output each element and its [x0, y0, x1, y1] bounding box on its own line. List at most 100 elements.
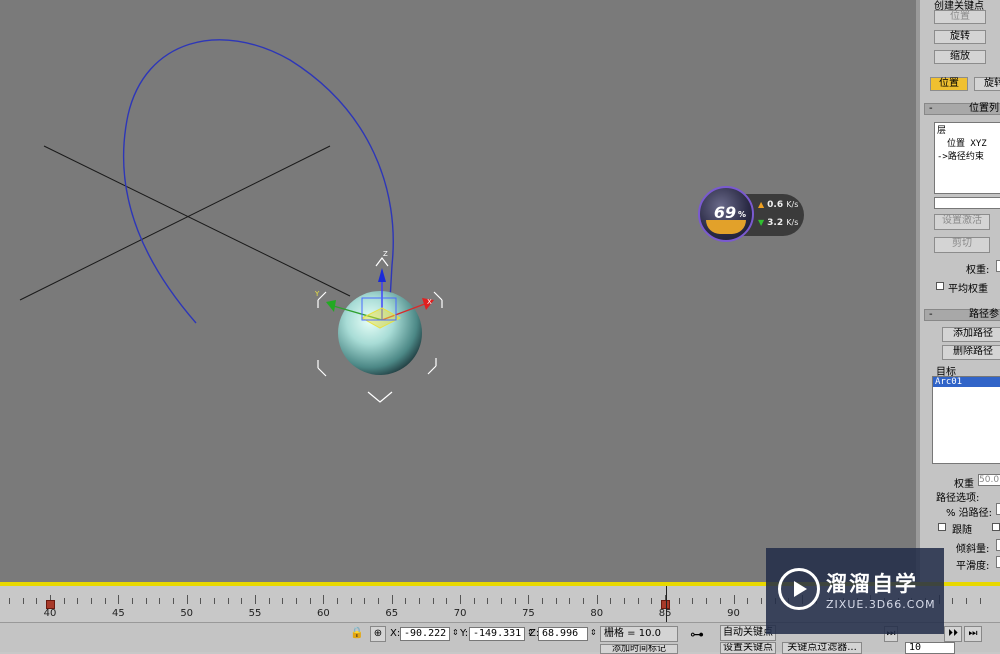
timeline-tick — [132, 598, 134, 604]
timeline-tick — [514, 598, 516, 604]
rollout-title: 路径参 — [969, 309, 999, 320]
cut-button[interactable]: 剪切 — [934, 237, 990, 253]
timeline-tick — [22, 598, 24, 604]
add-path-button[interactable]: 添加路径 — [942, 327, 1000, 342]
list-item[interactable]: ->路径约束 — [935, 149, 1000, 162]
timeline-tick — [610, 598, 612, 604]
timeline-tick — [651, 598, 653, 604]
timeline-tick — [542, 598, 544, 604]
network-monitor-widget[interactable]: 69 % ▲ 0.6 K/s ▼ 3.2 K/s — [698, 186, 806, 244]
timeline-tick — [555, 598, 557, 604]
delete-path-button[interactable]: 删除路径 — [942, 345, 1000, 360]
create-key-rotate-button[interactable]: 旋转 — [934, 30, 986, 44]
timeline-tick — [227, 598, 229, 604]
create-key-position-button[interactable]: 位置 — [934, 10, 986, 24]
list-item[interactable]: 层 — [935, 123, 1000, 136]
target-weight-label: 权重 — [954, 479, 974, 490]
y-coord-field[interactable]: -149.331 — [469, 627, 525, 641]
list-name-field[interactable] — [934, 197, 1000, 209]
follow-checkbox[interactable] — [938, 523, 946, 531]
x-coord-field[interactable]: -90.222 — [400, 627, 450, 641]
gizmo-axis-z-label: Z — [383, 250, 388, 258]
timeline-tick — [296, 598, 298, 604]
play-forward-icon[interactable]: ⏵⏵ — [944, 626, 962, 642]
timeline-tick — [637, 598, 639, 604]
next-frame-icon[interactable]: ⏭ — [964, 626, 982, 642]
timeline-tick — [255, 595, 257, 604]
timeline-tick — [446, 598, 448, 604]
average-weight-label: 平均权重 — [948, 284, 988, 295]
timeline-frame-label: 85 — [658, 608, 672, 619]
lock-selection-icon[interactable]: 🔒 — [350, 626, 364, 639]
timeline-tick — [733, 595, 735, 604]
timeline-frame-label: 80 — [590, 608, 604, 619]
timeline-tick — [173, 598, 175, 604]
watermark-url: ZIXUE.3D66.COM — [826, 598, 936, 611]
timeline-tick — [719, 598, 721, 604]
sphere-object — [338, 291, 422, 375]
absolute-mode-transform-icon[interactable]: ⊕ — [370, 626, 386, 642]
timeline-tick — [8, 598, 10, 604]
position-list-rollout-header[interactable]: - 位置列 — [924, 103, 1000, 115]
timeline-tick — [241, 598, 243, 604]
timeline-tick — [569, 598, 571, 604]
timeline-frame-label: 45 — [111, 608, 125, 619]
key-filters-button[interactable]: 关键点过滤器... — [782, 642, 862, 654]
timeline-tick — [965, 598, 967, 604]
timeline-tick — [378, 598, 380, 604]
set-key-icon[interactable]: ⊶ — [690, 627, 704, 643]
bank-checkbox[interactable] — [992, 523, 1000, 531]
timeline-tick — [391, 595, 393, 604]
gizmo-axis-y-label: Y — [315, 290, 320, 298]
upload-speed-value: 0.6 — [767, 200, 784, 210]
timeline-tick — [432, 598, 434, 604]
smoothness-field[interactable] — [996, 556, 1000, 568]
tab-rotate[interactable]: 旋转 — [974, 77, 1000, 91]
upload-arrow-icon: ▲ — [758, 200, 765, 209]
z-coord-field[interactable]: 68.996 — [538, 627, 588, 641]
average-weight-checkbox[interactable] — [936, 282, 944, 290]
timeline-tick — [104, 598, 106, 604]
grid-size-readout: 栅格 = 10.0 — [600, 626, 678, 642]
target-list[interactable]: Arc01 — [932, 376, 1000, 464]
bank-amount-field[interactable] — [996, 539, 1000, 551]
weight-field[interactable] — [996, 260, 1000, 272]
list-item[interactable]: Arc01 — [933, 377, 1000, 387]
set-active-button[interactable]: 设置激活 — [934, 214, 990, 230]
gizmo-axis-x-label: X — [427, 298, 432, 306]
world-axis-line — [43, 145, 351, 297]
z-coord-spinner-icon[interactable]: ⇕ — [590, 628, 597, 637]
timeline-tick — [747, 598, 749, 604]
list-item[interactable]: 位置 XYZ — [935, 136, 1000, 149]
target-weight-field[interactable]: 50.0 — [978, 474, 1000, 486]
timeline-frame-label: 70 — [453, 608, 467, 619]
timeline-tick — [473, 598, 475, 604]
timeline-tick — [596, 595, 598, 604]
animation-key-marker[interactable] — [46, 600, 55, 609]
timeline-tick — [692, 598, 694, 604]
timeline-tick — [214, 598, 216, 604]
create-key-scale-button[interactable]: 缩放 — [934, 50, 986, 64]
watermark-title: 溜溜自学 — [826, 572, 918, 596]
percent-along-path-field[interactable] — [996, 503, 1000, 515]
position-controller-list[interactable]: 层 位置 XYZ ->路径约束 — [934, 122, 1000, 194]
timeline-tick — [678, 598, 680, 604]
upload-speed-unit: K/s — [786, 200, 799, 209]
path-options-label: 路径选项: — [936, 493, 980, 504]
rollout-collapse-toggle: - — [929, 309, 933, 320]
perspective-viewport[interactable]: Z Y X 69 % ▲ 0.6 K/s ▼ 3.2 K/s — [0, 0, 916, 582]
current-frame-field[interactable]: 10 — [905, 642, 955, 654]
tab-position[interactable]: 位置 — [930, 77, 968, 91]
timeline-tick — [979, 598, 981, 604]
set-key-button[interactable]: 设置关键点 — [720, 642, 776, 654]
world-axis-line — [19, 145, 331, 301]
smoothness-label: 平滑度: — [956, 561, 990, 572]
path-params-rollout-header[interactable]: - 路径参 — [924, 309, 1000, 321]
weight-label: 权重: — [966, 265, 990, 276]
timeline-frame-label: 50 — [180, 608, 194, 619]
add-time-tag-button[interactable]: 添加时间标记 — [600, 644, 678, 654]
timeline-tick — [350, 598, 352, 604]
x-coord-spinner-icon[interactable]: ⇕ — [452, 628, 459, 637]
timeline-tick — [583, 598, 585, 604]
timeline-tick — [200, 598, 202, 604]
